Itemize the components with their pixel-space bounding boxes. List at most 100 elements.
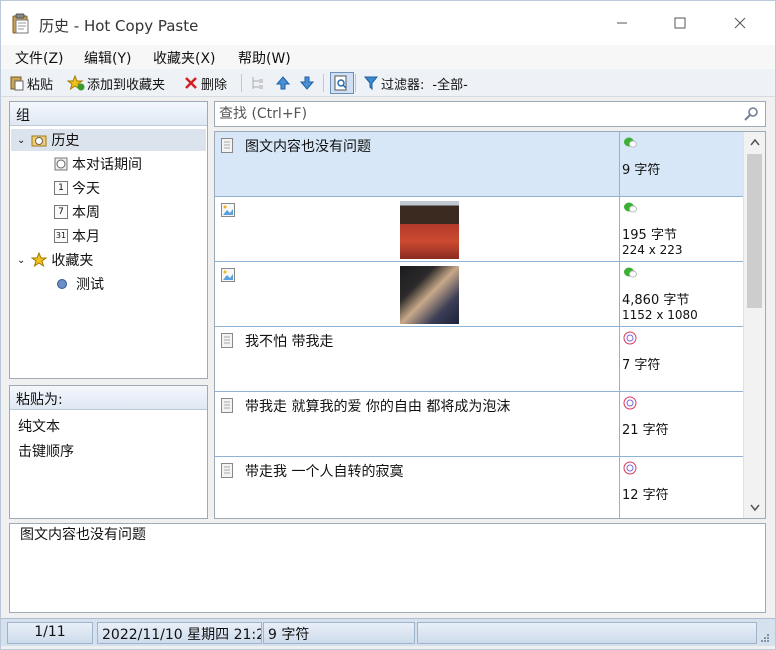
list-item[interactable]: 4,860 字节 1152 x 1080 — [215, 262, 743, 327]
star-add-icon — [67, 75, 85, 91]
search-input[interactable] — [217, 104, 737, 124]
tree-view-button[interactable] — [249, 72, 267, 94]
status-empty — [417, 622, 757, 644]
minimize-button[interactable] — [599, 7, 645, 39]
chevron-down-icon[interactable]: ⌄ — [17, 135, 25, 146]
wechat-source-icon — [623, 201, 637, 217]
tree-item-week[interactable]: 7 本周 — [54, 201, 100, 223]
bullet-icon — [57, 279, 67, 289]
tree-item-favorites[interactable]: ⌄ 收藏夹 — [11, 249, 93, 271]
filter-label: 过滤器: — [381, 77, 425, 93]
paste-option-plain-text[interactable]: 纯文本 — [18, 416, 60, 436]
move-up-button[interactable] — [275, 72, 293, 94]
column-divider — [619, 392, 620, 457]
tree-label-today: 今天 — [72, 181, 100, 197]
toolbar: 粘贴 添加到收藏夹 删除 过滤器: -全部- — [1, 69, 775, 97]
close-button[interactable] — [717, 7, 763, 39]
tree-item-history[interactable]: ⌄ 历史 — [11, 129, 206, 151]
list-item[interactable]: 195 字节 224 x 223 — [215, 197, 743, 262]
column-divider — [619, 457, 620, 518]
list-item[interactable]: 带走我 一个人自转的寂寞 12 字符 — [215, 457, 743, 518]
history-folder-icon — [31, 135, 47, 147]
tree-item-today[interactable]: 1 今天 — [54, 177, 100, 199]
text-doc-icon — [221, 138, 233, 157]
toolbar-divider — [323, 74, 324, 92]
filter-dropdown[interactable]: 过滤器: -全部- — [363, 72, 468, 94]
maximize-icon — [674, 17, 686, 29]
item-size: 9 字符 — [622, 163, 661, 178]
list-item[interactable]: 图文内容也没有问题 9 字符 — [215, 132, 743, 197]
image-doc-icon — [221, 203, 235, 221]
tree-item-session[interactable]: 本对话期间 — [54, 153, 142, 175]
image-doc-icon — [221, 268, 235, 286]
calendar-week-icon: 7 — [54, 205, 68, 219]
preview-toggle-button[interactable] — [330, 72, 354, 94]
calendar-month-icon: 31 — [54, 229, 68, 243]
list-scrollbar[interactable] — [743, 132, 765, 518]
scrollbar-thumb[interactable] — [747, 154, 762, 308]
text-doc-icon — [221, 398, 233, 417]
list-item[interactable]: 带我走 就算我的爱 你的自由 都将成为泡沫 21 字符 — [215, 392, 743, 457]
item-size: 12 字符 — [622, 488, 669, 503]
add-to-favorites-label: 添加到收藏夹 — [87, 77, 166, 93]
item-size: 7 字符 — [622, 358, 661, 373]
arrow-up-icon — [275, 76, 291, 90]
image-thumbnail — [400, 201, 459, 259]
preview-pane[interactable]: 图文内容也没有问题 — [9, 523, 766, 613]
paste-button[interactable]: 粘贴 — [9, 72, 53, 94]
column-divider — [619, 197, 620, 262]
column-divider — [619, 327, 620, 392]
item-dimensions: 1152 x 1080 — [622, 308, 698, 322]
music-source-icon — [623, 331, 637, 349]
item-text: 我不怕 带我走 — [245, 334, 334, 350]
move-down-button[interactable] — [299, 72, 317, 94]
maximize-button[interactable] — [657, 7, 703, 39]
paste-as-header: 粘贴为: — [10, 386, 207, 410]
item-text: 图文内容也没有问题 — [245, 139, 371, 155]
delete-button[interactable]: 删除 — [183, 72, 227, 94]
status-datetime: 2022/11/10 星期四 21:2 — [97, 622, 262, 644]
menu-help[interactable]: 帮助(W) — [238, 48, 291, 68]
paste-option-keystrokes[interactable]: 击键顺序 — [18, 441, 74, 461]
menu-favorites[interactable]: 收藏夹(X) — [153, 48, 216, 68]
tree-label-session: 本对话期间 — [72, 157, 142, 173]
status-bar: 1/11 2022/11/10 星期四 21:2 9 字符 — [1, 618, 775, 646]
scroll-down-icon[interactable] — [750, 504, 760, 512]
star-icon — [31, 252, 48, 268]
title-bar[interactable]: 历史 - Hot Copy Paste — [1, 1, 775, 45]
resize-grip-icon[interactable] — [759, 632, 769, 642]
add-to-favorites-button[interactable]: 添加到收藏夹 — [67, 72, 165, 94]
item-text: 带走我 一个人自转的寂寞 — [245, 464, 404, 480]
app-window: 历史 - Hot Copy Paste 文件(Z) 编辑(Y) 收藏夹(X) 帮… — [0, 0, 776, 650]
group-header: 组 — [10, 102, 207, 126]
calendar-day-icon: 1 — [54, 181, 68, 195]
column-divider — [619, 132, 620, 197]
paste-as-panel: 粘贴为: 纯文本 击键顺序 — [9, 385, 208, 519]
music-source-icon — [623, 396, 637, 414]
list-item[interactable]: 我不怕 带我走 7 字符 — [215, 327, 743, 392]
arrow-down-icon — [299, 76, 315, 90]
scroll-up-icon[interactable] — [750, 138, 760, 146]
item-size: 4,860 字节 — [622, 293, 690, 308]
text-doc-icon — [221, 463, 233, 482]
tree-icon — [252, 77, 263, 89]
tree-item-test[interactable]: 测试 — [56, 273, 104, 295]
search-box — [214, 101, 766, 127]
menu-bar: 文件(Z) 编辑(Y) 收藏夹(X) 帮助(W) — [1, 45, 775, 69]
tree-item-month[interactable]: 31 本月 — [54, 225, 100, 247]
window-title: 历史 - Hot Copy Paste — [39, 17, 199, 35]
preview-icon — [334, 75, 347, 91]
menu-file[interactable]: 文件(Z) — [15, 48, 64, 68]
tree-label-history: 历史 — [51, 133, 80, 149]
minimize-icon — [617, 22, 627, 24]
clip-list: 图文内容也没有问题 9 字符 195 字节 224 x 223 4,860 字节… — [214, 131, 766, 519]
search-icon[interactable] — [743, 106, 759, 122]
menu-edit[interactable]: 编辑(Y) — [84, 48, 131, 68]
item-dimensions: 224 x 223 — [622, 243, 683, 257]
delete-x-icon — [185, 77, 197, 89]
filter-value: -全部- — [432, 77, 468, 93]
group-panel: 组 ⌄ 历史 本对话期间 1 今天 7 本周 31 本月 ⌄ 收藏夹 测试 — [9, 101, 208, 379]
chevron-down-icon[interactable]: ⌄ — [17, 255, 25, 266]
preview-text: 图文内容也没有问题 — [20, 527, 146, 543]
close-icon — [734, 17, 746, 29]
